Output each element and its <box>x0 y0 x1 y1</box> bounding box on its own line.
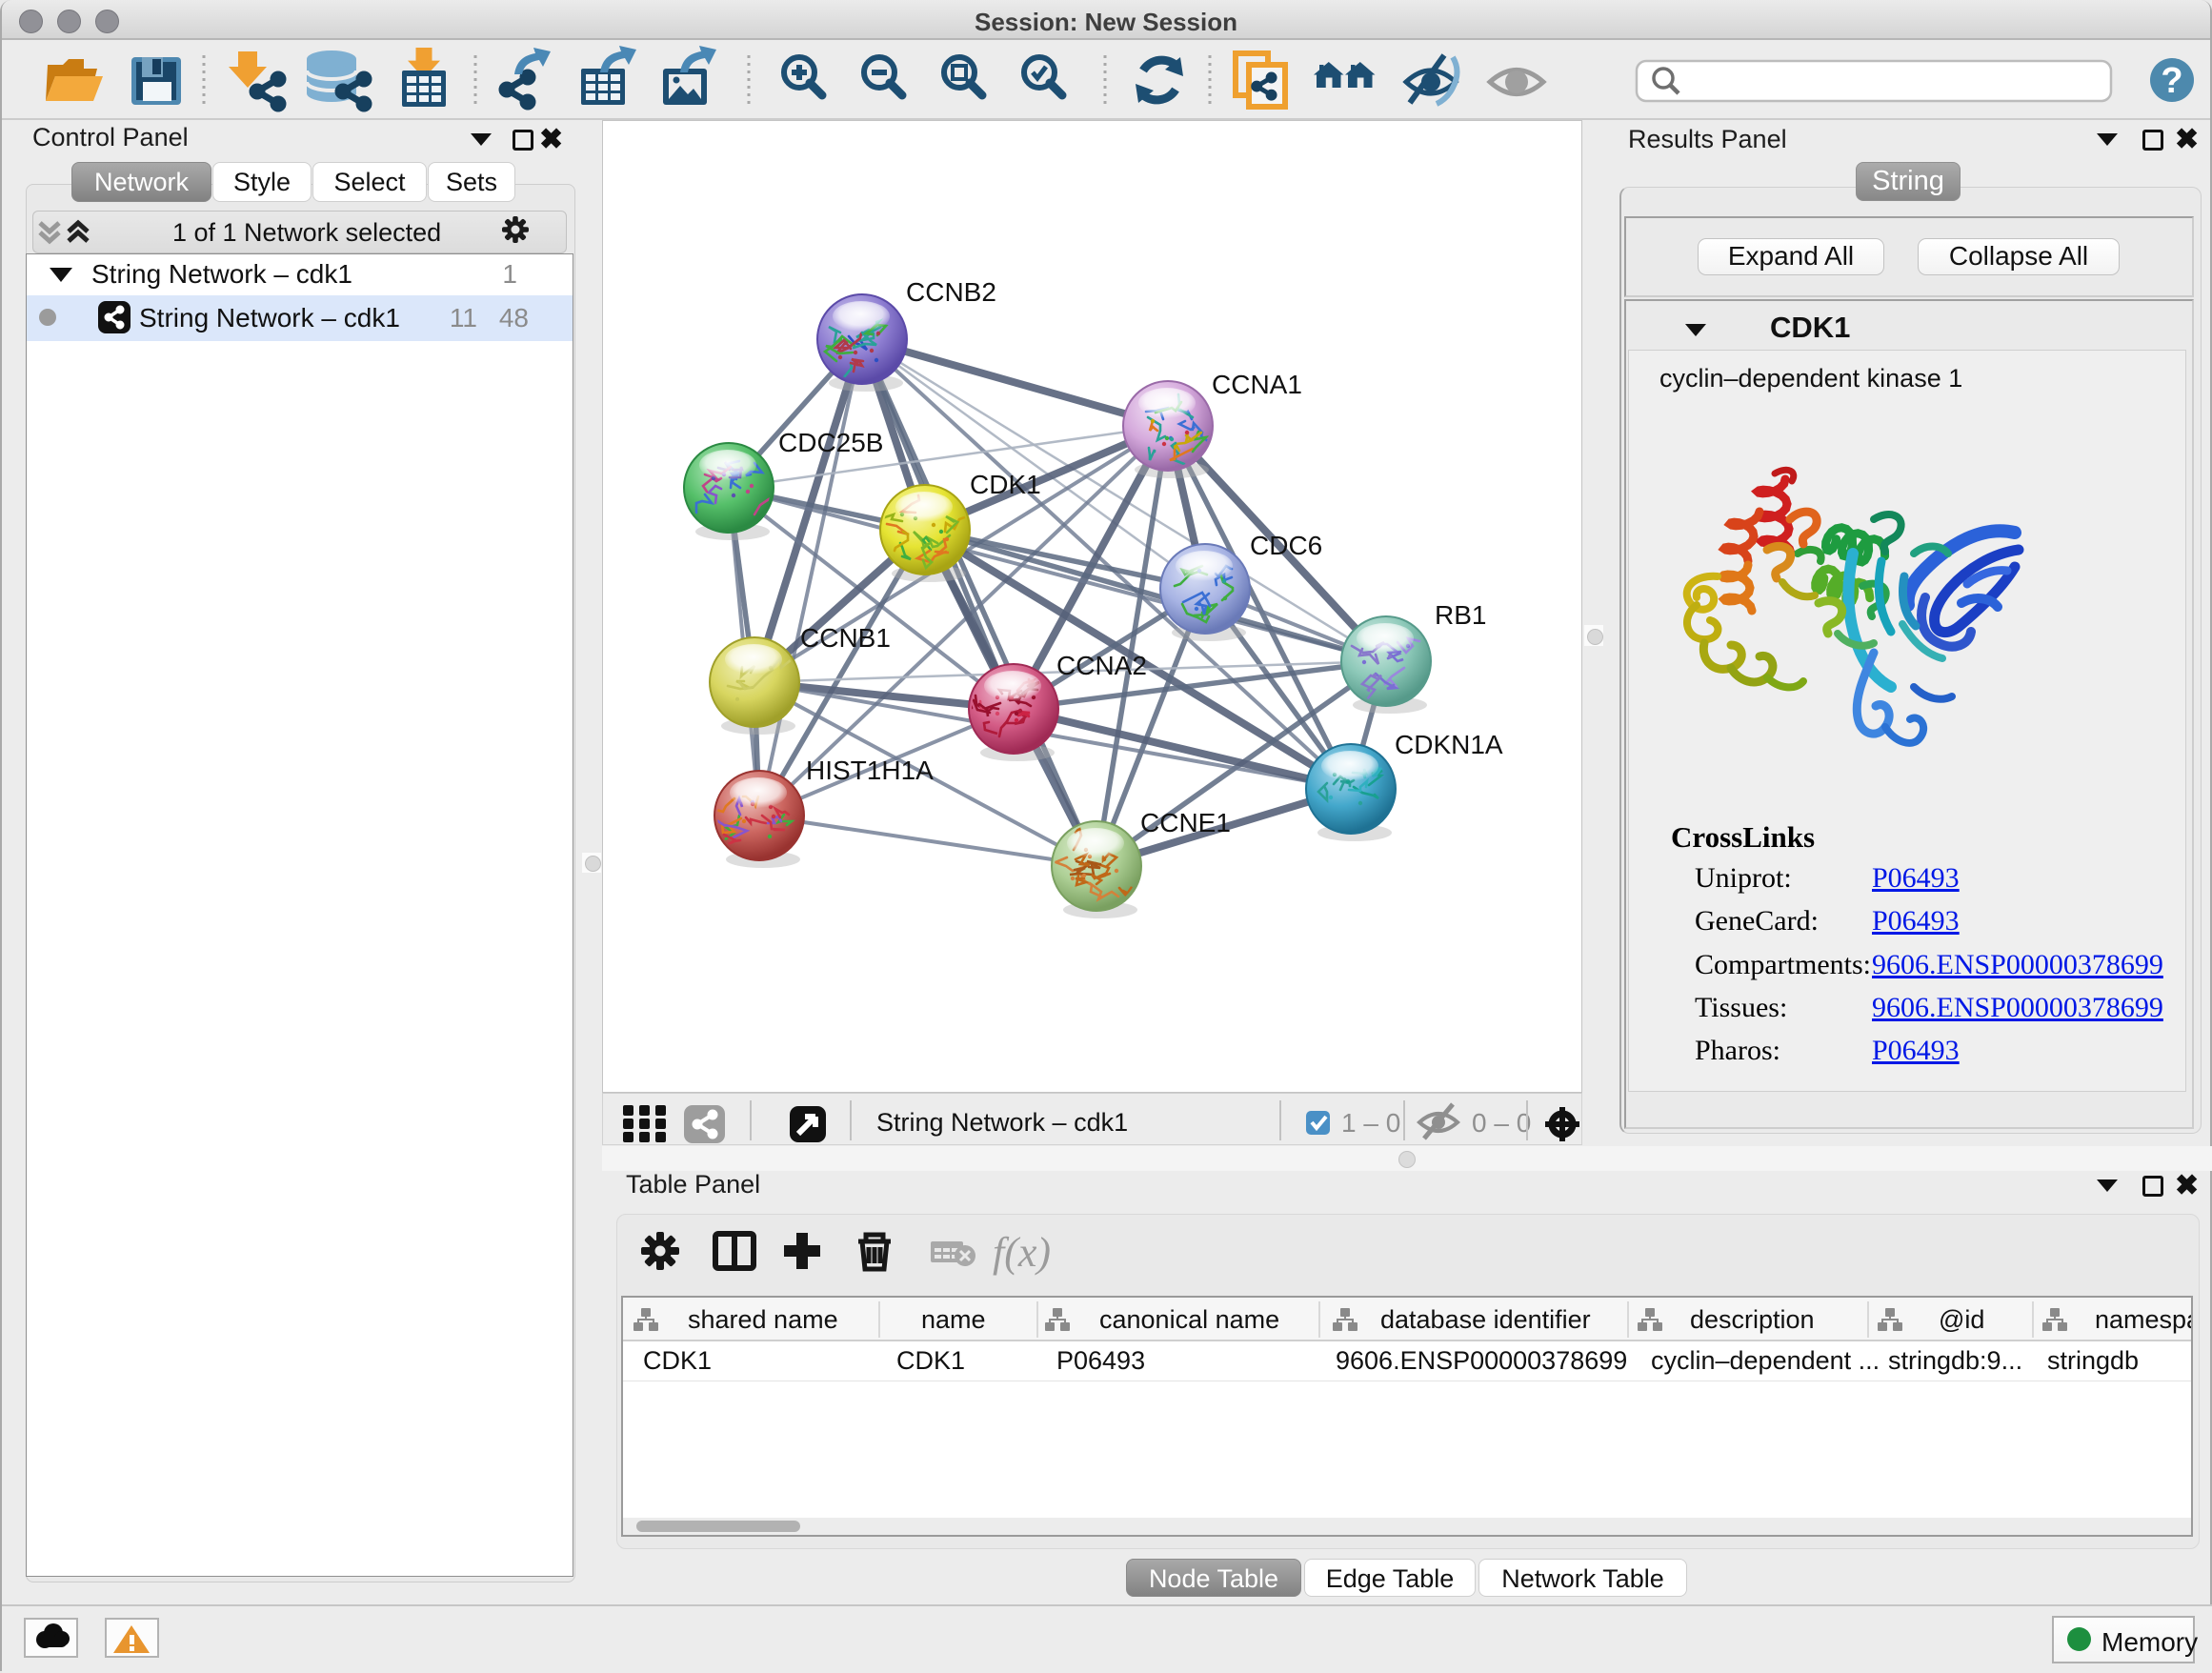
svg-text:CDC6: CDC6 <box>1250 531 1322 560</box>
svg-text:?: ? <box>2161 61 2182 101</box>
svg-text:CDKN1A: CDKN1A <box>1395 730 1503 759</box>
svg-text:0 – 0: 0 – 0 <box>1472 1108 1531 1138</box>
svg-text:CDK1: CDK1 <box>970 470 1041 499</box>
svg-text:RB1: RB1 <box>1435 600 1486 630</box>
svg-text:CDC25B: CDC25B <box>778 428 883 457</box>
svg-text:CCNE1: CCNE1 <box>1140 808 1231 837</box>
svg-text:CCNB2: CCNB2 <box>906 277 996 307</box>
svg-text:HIST1H1A: HIST1H1A <box>806 756 934 785</box>
svg-text:CCNA1: CCNA1 <box>1212 370 1302 399</box>
svg-text:f(x): f(x) <box>993 1229 1051 1276</box>
svg-text:1 – 0: 1 – 0 <box>1341 1108 1400 1138</box>
svg-text:CCNA2: CCNA2 <box>1056 651 1147 680</box>
svg-text:CCNB1: CCNB1 <box>800 623 891 653</box>
